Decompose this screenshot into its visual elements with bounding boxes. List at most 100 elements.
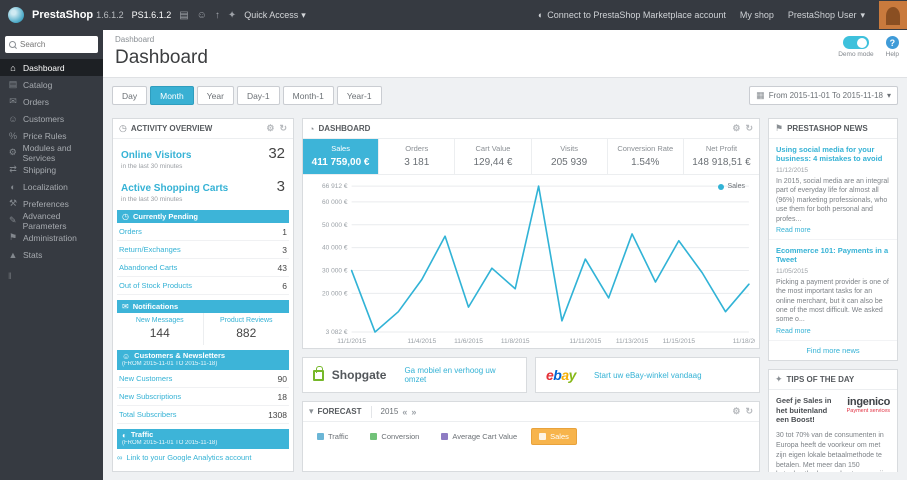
article-title-link[interactable]: Ecommerce 101: Payments in a Tweet [776, 246, 890, 265]
bulb-icon: ✦ [775, 373, 783, 384]
shopgate-logo: Shopgate [331, 368, 387, 383]
toggle-switch-icon[interactable] [842, 36, 869, 49]
sidebar-collapse-button[interactable]: ‖ [8, 271, 103, 281]
forecast-panel: ▾ FORECAST 2015 « » ⚙ ↻ Traffic Conversi… [302, 401, 760, 472]
sidebar-item-catalog[interactable]: ▤ Catalog [0, 76, 103, 93]
avg-cart-swatch-icon [441, 433, 449, 441]
svg-text:11/15/2015: 11/15/2015 [663, 338, 696, 345]
out-of-stock-row: Out of Stock Products 6 [117, 277, 289, 295]
gear-icon[interactable]: ⚙ [266, 123, 274, 134]
sidebar: ⌂ Dashboard ▤ Catalog ✉ Orders ☺ Custome… [0, 30, 103, 480]
sidebar-item-preferences[interactable]: ⚒ Preferences [0, 195, 103, 212]
svg-text:11/4/2015: 11/4/2015 [407, 338, 436, 345]
sidebar-item-stats[interactable]: ▲ Stats [0, 246, 103, 263]
gear-icon[interactable]: ⚙ [732, 123, 740, 134]
sidebar-item-shipping[interactable]: ⇄ Shipping [0, 161, 103, 178]
orders-icon: ✉ [9, 96, 17, 106]
localization-icon: ◐ [10, 181, 16, 192]
new-customers-row: New Customers 90 [117, 370, 289, 389]
sidebar-item-localization[interactable]: ◐ Localization [0, 178, 103, 195]
prestashop-logo-icon [8, 7, 24, 23]
gift-icon[interactable]: ✦ [228, 10, 236, 21]
kpi-tab-cart-value[interactable]: Cart Value 129,44 € [455, 139, 532, 174]
globe-icon: ◐ [537, 10, 544, 20]
kpi-tab-visits[interactable]: Visits 205 939 [532, 139, 608, 174]
my-shop-link[interactable]: My shop [740, 10, 774, 20]
refresh-icon[interactable]: ↻ [745, 406, 753, 417]
date-range-picker[interactable]: ▦ From 2015-11-01 To 2015-11-18 ▾ [749, 86, 898, 105]
active-carts-link[interactable]: Active Shopping Carts [121, 183, 228, 194]
rocket-icon[interactable]: ↑ [215, 10, 220, 21]
page-header: Dashboard Dashboard Demo mode ? Help [103, 30, 907, 78]
pending-orders-row: Orders 1 [117, 223, 289, 241]
svg-text:11/6/2015: 11/6/2015 [454, 338, 483, 345]
sidebar-item-advanced-parameters[interactable]: ✎ Advanced Parameters [0, 211, 103, 231]
ebay-link[interactable]: Start uw eBay-winkel vandaag [594, 371, 702, 380]
sidebar-item-modules[interactable]: ⚙ Modules and Services [0, 143, 103, 163]
filter-month-1-button[interactable]: Month-1 [282, 86, 334, 105]
ebay-module: ebay Start uw eBay-winkel vandaag [535, 357, 760, 394]
search-input[interactable] [20, 40, 90, 49]
sidebar-item-orders[interactable]: ✉ Orders [0, 93, 103, 110]
help-button[interactable]: ? Help [886, 36, 899, 58]
filter-year-1-button[interactable]: Year-1 [336, 86, 382, 105]
sidebar-nav: ⌂ Dashboard ▤ Catalog ✉ Orders ☺ Custome… [0, 59, 103, 281]
user-avatar[interactable] [879, 1, 907, 29]
kpi-tab-sales[interactable]: Sales 411 759,00 € [303, 139, 380, 174]
tips-panel-title: TIPS OF THE DAY [786, 374, 855, 384]
prev-year-button[interactable]: « [402, 407, 407, 417]
legend-sales[interactable]: Sales [531, 428, 577, 446]
svg-text:66 912 €: 66 912 € [322, 183, 348, 190]
read-more-link[interactable]: Read more [776, 328, 890, 335]
next-year-button[interactable]: » [411, 407, 416, 417]
chevron-down-icon[interactable]: ▾ [309, 406, 314, 417]
filter-year-button[interactable]: Year [196, 86, 234, 105]
sales-series-dot-icon [718, 183, 725, 190]
filter-day-1-button[interactable]: Day-1 [236, 86, 280, 105]
google-analytics-link[interactable]: ∞ Link to your Google Analytics account [117, 453, 289, 462]
administration-icon: ⚑ [8, 232, 18, 242]
filter-day-button[interactable]: Day [112, 86, 148, 105]
legend-traffic[interactable]: Traffic [309, 428, 356, 445]
legend-conversion[interactable]: Conversion [362, 428, 427, 445]
kpi-tab-orders[interactable]: Orders 3 181 [379, 139, 456, 174]
filter-month-button[interactable]: Month [150, 86, 194, 105]
new-subscriptions-row: New Subscriptions 18 [117, 388, 289, 407]
abandoned-carts-row: Abandoned Carts 43 [117, 259, 289, 277]
shop-version-link[interactable]: PS1.6.1.2 [132, 10, 172, 20]
shopgate-link[interactable]: Ga mobiel en verhoog uw omzet [404, 366, 516, 384]
user-menu[interactable]: PrestaShop User ▾ [788, 10, 865, 21]
topbar: PrestaShop 1.6.1.2 PS1.6.1.2 ▤ ☺ ↑ ✦ Qui… [0, 0, 907, 30]
sidebar-item-dashboard[interactable]: ⌂ Dashboard [0, 59, 103, 76]
sales-line-chart: 66 912 € 60 000 € 50 000 € 40 000 € 30 000 €… [322, 183, 755, 345]
kpi-tab-conversion-rate[interactable]: Conversion Rate 1.54% [608, 139, 684, 174]
cart-icon[interactable]: ▤ [179, 10, 188, 21]
article-title-link[interactable]: Using social media for your business: 4 … [776, 145, 890, 164]
shipping-icon: ⇄ [9, 164, 17, 174]
sidebar-item-administration[interactable]: ⚑ Administration [0, 229, 103, 246]
sidebar-item-price-rules[interactable]: % Price Rules [0, 127, 103, 144]
read-more-link[interactable]: Read more [776, 227, 890, 234]
clock-icon: ◷ [119, 123, 127, 133]
legend-average-cart-value[interactable]: Average Cart Value [433, 428, 525, 445]
link-icon: ∞ [117, 453, 123, 463]
sidebar-search[interactable] [5, 36, 98, 53]
active-carts-value: 3 [276, 178, 285, 195]
refresh-icon[interactable]: ↻ [745, 123, 753, 134]
svg-text:11/18/2015: 11/18/2015 [733, 338, 755, 345]
profile-icon[interactable]: ☺ [197, 10, 207, 21]
quick-access-menu[interactable]: Quick Access ▾ [244, 10, 306, 21]
demo-mode-toggle[interactable]: Demo mode [838, 36, 874, 58]
kpi-tab-net-profit[interactable]: Net Profit 148 918,51 € [684, 139, 759, 174]
sidebar-item-customers[interactable]: ☺ Customers [0, 110, 103, 127]
new-messages-cell[interactable]: New Messages 144 [117, 313, 204, 345]
refresh-icon[interactable]: ↻ [279, 123, 287, 134]
find-more-news-link[interactable]: Find more news [769, 341, 897, 360]
conversion-swatch-icon [370, 433, 378, 441]
gear-icon[interactable]: ⚙ [732, 406, 740, 417]
brand-version: 1.6.1.2 [96, 10, 124, 20]
online-visitors-link[interactable]: Online Visitors [121, 150, 191, 161]
marketplace-link[interactable]: ◐ Connect to PrestaShop Marketplace acco… [538, 10, 726, 20]
total-subscribers-row: Total Subscribers 1308 [117, 406, 289, 425]
product-reviews-cell[interactable]: Product Reviews 882 [204, 313, 290, 345]
